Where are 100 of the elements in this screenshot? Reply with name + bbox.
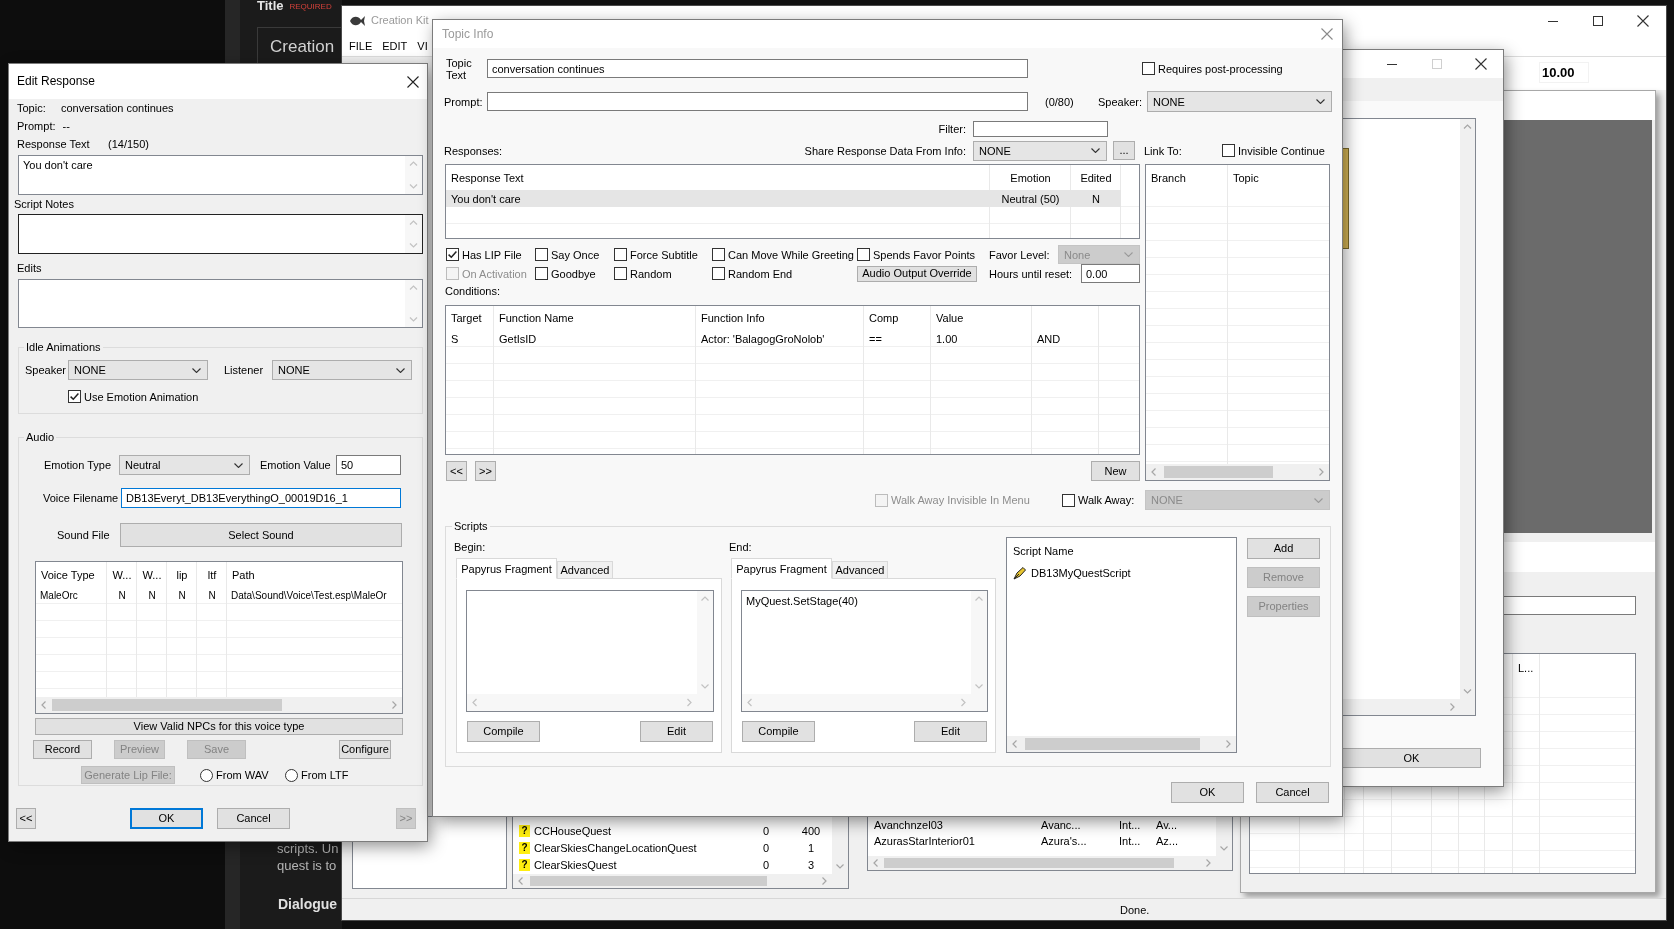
vertical-scrollbar[interactable]	[405, 156, 422, 194]
table-row[interactable]: You don't care Neutral (50) N	[446, 190, 1121, 207]
view-npcs-button[interactable]: View Valid NPCs for this voice type	[35, 718, 403, 735]
horizontal-scrollbar[interactable]	[1343, 699, 1475, 715]
dropdown[interactable]: Neutral	[119, 455, 250, 475]
column-header[interactable]: Target	[446, 306, 494, 330]
column-header[interactable]: Comp	[864, 306, 931, 330]
checkbox[interactable]	[1222, 144, 1235, 157]
more-button[interactable]: ...	[1113, 141, 1135, 160]
nav-button[interactable]: <<	[446, 461, 467, 481]
column-header[interactable]: Response Text	[446, 165, 990, 190]
code-editor[interactable]: MyQuest.SetStage(40)	[741, 590, 988, 712]
checkbox[interactable]	[1062, 493, 1075, 507]
close-icon[interactable]	[1475, 58, 1487, 70]
horizontal-scrollbar[interactable]	[1146, 464, 1329, 480]
radio-button[interactable]	[285, 768, 298, 782]
horizontal-scrollbar[interactable]	[36, 697, 402, 713]
nav-button[interactable]: >>	[475, 461, 496, 481]
code-editor[interactable]	[466, 590, 714, 712]
horizontal-scrollbar[interactable]	[742, 694, 987, 711]
column-header[interactable]: Branch	[1146, 165, 1228, 190]
value-field[interactable]: 10.00	[1539, 62, 1589, 83]
tab[interactable]: Advanced	[832, 561, 888, 579]
page-heading: Creation	[270, 37, 335, 57]
input-field[interactable]: DB13Everyt_DB13EverythingO_00019D16_1	[121, 488, 401, 508]
ok-button[interactable]: OK	[130, 808, 203, 829]
compile-button[interactable]: Compile	[467, 721, 540, 742]
tab[interactable]: Advanced	[557, 561, 613, 579]
dropdown[interactable]: NONE	[973, 140, 1107, 161]
text-area[interactable]	[18, 214, 423, 254]
input-field[interactable]: conversation continues	[487, 59, 1028, 78]
checkbox[interactable]	[614, 248, 627, 261]
column-header[interactable]: lip	[167, 562, 197, 587]
ok-button[interactable]: OK	[1171, 782, 1244, 803]
vertical-scrollbar[interactable]	[1460, 119, 1475, 699]
vertical-scrollbar[interactable]	[405, 280, 422, 327]
audio-output-override-button[interactable]: Audio Output Override	[857, 265, 977, 282]
text-area[interactable]: You don't care	[18, 155, 423, 195]
dropdown[interactable]: NONE	[1147, 91, 1332, 112]
column-header[interactable]: Script Name	[1013, 544, 1074, 558]
vertical-scrollbar[interactable]	[971, 591, 987, 694]
action-button[interactable]: Add	[1247, 538, 1320, 559]
action-button[interactable]: Record	[33, 740, 92, 759]
column-header[interactable]: Function Info	[696, 306, 864, 330]
horizontal-scrollbar[interactable]	[467, 694, 713, 711]
column-header[interactable]: Value	[931, 306, 1032, 330]
maximize-icon[interactable]	[1592, 16, 1603, 26]
action-button[interactable]: Configure	[339, 740, 391, 759]
dropdown[interactable]: NONE	[68, 360, 208, 380]
column-header[interactable]: L...	[1513, 654, 1540, 681]
menu-item[interactable]: EDIT	[377, 36, 413, 56]
column-header[interactable]: ltf	[197, 562, 227, 587]
checkbox[interactable]	[68, 390, 81, 403]
input-field[interactable]	[487, 92, 1028, 111]
cancel-button[interactable]: Cancel	[217, 808, 290, 829]
checkbox[interactable]	[857, 248, 870, 261]
checkbox[interactable]	[535, 248, 548, 261]
radio-button[interactable]	[200, 768, 213, 782]
edit-button[interactable]: Edit	[640, 721, 713, 742]
menu-item[interactable]: VI	[412, 36, 433, 56]
checkbox[interactable]	[535, 267, 548, 280]
tab[interactable]: Papyrus Fragment	[731, 558, 832, 579]
checkbox[interactable]	[446, 248, 459, 261]
input-field[interactable]	[973, 120, 1108, 137]
ok-button[interactable]: OK	[1342, 748, 1481, 768]
menu-item[interactable]: FILE	[344, 36, 378, 56]
list-item[interactable]: DB13MyQuestScript	[1031, 565, 1131, 580]
select-sound-button[interactable]: Select Sound	[120, 523, 402, 547]
minimize-icon[interactable]	[1547, 20, 1558, 22]
compile-button[interactable]: Compile	[742, 721, 815, 742]
column-header[interactable]: Topic	[1228, 165, 1329, 190]
minimize-icon[interactable]	[1386, 63, 1397, 65]
nav-button[interactable]: <<	[16, 808, 36, 829]
input-field[interactable]: 0.00	[1081, 264, 1140, 283]
input-field[interactable]: 50	[336, 455, 401, 475]
checkbox[interactable]	[712, 267, 725, 280]
close-icon[interactable]	[1637, 15, 1649, 27]
column-header[interactable]: Voice Type	[36, 562, 107, 587]
horizontal-scrollbar[interactable]	[513, 874, 848, 888]
column-header[interactable]: Edited	[1071, 165, 1121, 190]
checkbox[interactable]	[712, 248, 725, 261]
column-header[interactable]: Path	[227, 562, 402, 587]
close-icon[interactable]	[407, 75, 419, 88]
edit-button[interactable]: Edit	[914, 721, 987, 742]
vertical-scrollbar[interactable]	[697, 591, 713, 694]
cancel-button[interactable]: Cancel	[1256, 782, 1329, 803]
horizontal-scrollbar[interactable]	[868, 856, 1232, 870]
column-header[interactable]: Function Name	[494, 306, 696, 330]
column-header[interactable]: W...	[137, 562, 167, 587]
column-header[interactable]: Emotion	[990, 165, 1071, 190]
column-header[interactable]: W...	[107, 562, 137, 587]
new-button[interactable]: New	[1091, 461, 1140, 481]
dropdown[interactable]: NONE	[272, 360, 412, 380]
checkbox[interactable]	[614, 267, 627, 280]
vertical-scrollbar[interactable]	[405, 215, 422, 253]
tab[interactable]: Papyrus Fragment	[456, 558, 557, 579]
vertical-scrollbar[interactable]	[832, 817, 848, 874]
horizontal-scrollbar[interactable]	[1007, 736, 1236, 752]
checkbox[interactable]	[1142, 62, 1155, 75]
vertical-scrollbar[interactable]	[1216, 817, 1232, 856]
